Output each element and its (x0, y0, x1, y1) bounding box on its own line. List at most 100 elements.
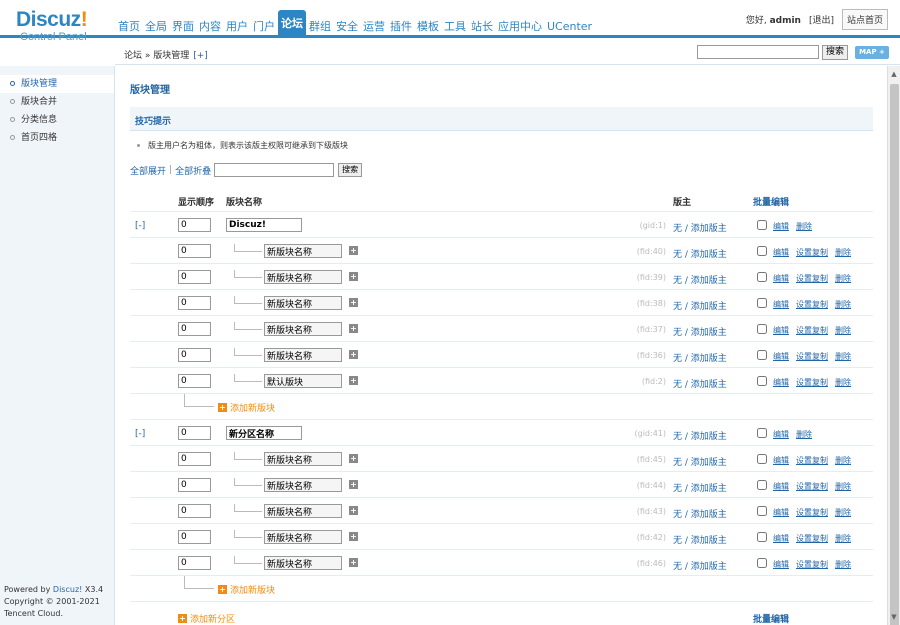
forum-name-input[interactable] (264, 530, 342, 544)
display-order-input[interactable] (178, 478, 211, 492)
display-order-input[interactable] (178, 218, 211, 232)
scroll-up-icon[interactable]: ▲ (888, 68, 900, 80)
nav-item-8[interactable]: 安全 (334, 16, 360, 38)
moderator-link[interactable]: 无 / 添加版主 (673, 221, 727, 234)
delete-link[interactable]: 删除 (796, 429, 812, 440)
add-forum-link[interactable]: + 添加新版块 (218, 401, 275, 414)
display-order-input[interactable] (178, 374, 211, 388)
moderator-link[interactable]: 无 / 添加版主 (673, 377, 727, 390)
batch-edit-header-link[interactable]: 批量编辑 (753, 195, 789, 208)
add-subforum-icon[interactable]: + (349, 532, 358, 541)
nav-item-7[interactable]: 群组 (307, 16, 333, 38)
edit-link[interactable]: 编辑 (773, 429, 789, 440)
copy-settings-link[interactable]: 设置复制 (796, 273, 828, 284)
sidebar-item-1[interactable]: 版块合并 (0, 93, 114, 111)
nav-item-1[interactable]: 全局 (143, 16, 169, 38)
delete-link[interactable]: 删除 (835, 351, 851, 362)
delete-link[interactable]: 删除 (835, 273, 851, 284)
display-order-input[interactable] (178, 452, 211, 466)
logout-link[interactable]: [退出] (809, 13, 834, 26)
display-order-input[interactable] (178, 426, 211, 440)
sidebar-item-3[interactable]: 首页四格 (0, 129, 114, 147)
forum-name-input[interactable] (264, 322, 342, 336)
moderator-link[interactable]: 无 / 添加版主 (673, 247, 727, 260)
add-subforum-icon[interactable]: + (349, 272, 358, 281)
moderator-link[interactable]: 无 / 添加版主 (673, 429, 727, 442)
add-subforum-icon[interactable]: + (349, 350, 358, 359)
nav-item-5[interactable]: 门户 (251, 16, 277, 38)
collapse-toggle[interactable]: [-] (135, 221, 145, 231)
forum-name-input[interactable] (264, 374, 342, 388)
collapse-toggle[interactable]: [-] (135, 429, 145, 439)
expand-all-link[interactable]: 全部展开 (130, 164, 166, 177)
moderator-link[interactable]: 无 / 添加版主 (673, 325, 727, 338)
delete-link[interactable]: 删除 (835, 299, 851, 310)
nav-item-11[interactable]: 模板 (415, 16, 441, 38)
collapse-all-link[interactable]: 全部折叠 (175, 164, 211, 177)
delete-link[interactable]: 删除 (835, 507, 851, 518)
map-button[interactable]: MAP + (855, 46, 889, 59)
copy-settings-link[interactable]: 设置复制 (796, 559, 828, 570)
nav-item-0[interactable]: 首页 (116, 16, 142, 38)
batch-checkbox[interactable] (757, 324, 767, 334)
delete-link[interactable]: 删除 (835, 247, 851, 258)
moderator-link[interactable]: 无 / 添加版主 (673, 507, 727, 520)
add-subforum-icon[interactable]: + (349, 324, 358, 333)
edit-link[interactable]: 编辑 (773, 481, 789, 492)
delete-link[interactable]: 删除 (835, 559, 851, 570)
delete-link[interactable]: 删除 (835, 533, 851, 544)
add-forum-link[interactable]: + 添加新版块 (218, 583, 275, 596)
display-order-input[interactable] (178, 270, 211, 284)
nav-item-2[interactable]: 界面 (170, 16, 196, 38)
sidebar-item-2[interactable]: 分类信息 (0, 111, 114, 129)
nav-item-13[interactable]: 站长 (469, 16, 495, 38)
batch-checkbox[interactable] (757, 298, 767, 308)
edit-link[interactable]: 编辑 (773, 455, 789, 466)
forum-name-input[interactable] (264, 348, 342, 362)
batch-checkbox[interactable] (757, 428, 767, 438)
edit-link[interactable]: 编辑 (773, 533, 789, 544)
category-name-input[interactable] (226, 218, 302, 232)
nav-item-12[interactable]: 工具 (442, 16, 468, 38)
display-order-input[interactable] (178, 530, 211, 544)
discuz-link[interactable]: Discuz! (53, 585, 82, 594)
batch-checkbox[interactable] (757, 532, 767, 542)
menu-search-input[interactable] (697, 45, 819, 59)
moderator-link[interactable]: 无 / 添加版主 (673, 455, 727, 468)
batch-checkbox[interactable] (757, 272, 767, 282)
display-order-input[interactable] (178, 296, 211, 310)
copy-settings-link[interactable]: 设置复制 (796, 351, 828, 362)
forum-name-input[interactable] (264, 452, 342, 466)
delete-link[interactable]: 删除 (835, 455, 851, 466)
delete-link[interactable]: 删除 (835, 481, 851, 492)
forum-name-input[interactable] (264, 244, 342, 258)
moderator-link[interactable]: 无 / 添加版主 (673, 351, 727, 364)
edit-link[interactable]: 编辑 (773, 273, 789, 284)
copy-settings-link[interactable]: 设置复制 (796, 455, 828, 466)
display-order-input[interactable] (178, 556, 211, 570)
display-order-input[interactable] (178, 504, 211, 518)
edit-link[interactable]: 编辑 (773, 559, 789, 570)
copy-settings-link[interactable]: 设置复制 (796, 377, 828, 388)
edit-link[interactable]: 编辑 (773, 247, 789, 258)
nav-item-15[interactable]: UCenter (545, 16, 594, 38)
batch-checkbox[interactable] (757, 350, 767, 360)
site-home-button[interactable]: 站点首页 (841, 9, 888, 30)
scroll-thumb[interactable] (890, 84, 899, 625)
batch-checkbox[interactable] (757, 220, 767, 230)
edit-link[interactable]: 编辑 (773, 325, 789, 336)
moderator-link[interactable]: 无 / 添加版主 (673, 273, 727, 286)
batch-checkbox[interactable] (757, 246, 767, 256)
nav-item-9[interactable]: 运营 (361, 16, 387, 38)
batch-checkbox[interactable] (757, 454, 767, 464)
nav-item-10[interactable]: 插件 (388, 16, 414, 38)
batch-edit-footer-link[interactable]: 批量编辑 (753, 612, 789, 625)
scroll-down-icon[interactable]: ▼ (888, 611, 900, 623)
batch-checkbox[interactable] (757, 558, 767, 568)
nav-item-4[interactable]: 用户 (224, 16, 250, 38)
sidebar-item-0[interactable]: 版块管理 (0, 75, 114, 93)
forum-search-input[interactable] (214, 163, 335, 177)
copy-settings-link[interactable]: 设置复制 (796, 247, 828, 258)
nav-item-3[interactable]: 内容 (197, 16, 223, 38)
copy-settings-link[interactable]: 设置复制 (796, 299, 828, 310)
